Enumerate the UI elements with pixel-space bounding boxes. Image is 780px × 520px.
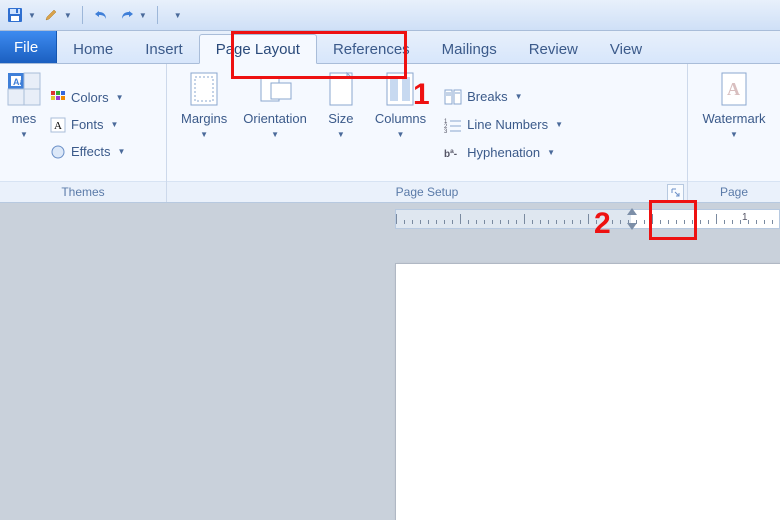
annotation-number-2: 2 <box>594 207 611 241</box>
chevron-down-icon: ▼ <box>118 147 126 156</box>
tab-insert[interactable]: Insert <box>129 35 199 63</box>
chevron-down-icon: ▼ <box>397 130 405 139</box>
chevron-down-icon: ▼ <box>200 130 208 139</box>
save-dropdown-icon[interactable]: ▼ <box>28 11 36 20</box>
hyphenation-button[interactable]: bª‑ Hyphenation▼ <box>440 141 567 165</box>
theme-colors-button[interactable]: Colors▼ <box>46 86 129 110</box>
chevron-down-icon: ▼ <box>730 130 738 139</box>
watermark-icon: A <box>716 70 752 108</box>
chevron-down-icon: ▼ <box>555 120 563 129</box>
pencil-icon[interactable] <box>42 6 60 24</box>
horizontal-ruler[interactable]: 1 <box>395 209 780 229</box>
ribbon: Aa mes ▼ Colors▼ A Fonts▼ Effects▼ <box>0 64 780 203</box>
breaks-button[interactable]: Breaks▼ <box>440 85 567 109</box>
file-tab[interactable]: File <box>0 31 57 63</box>
orientation-button[interactable]: Orientation ▼ <box>235 68 315 181</box>
svg-text:3: 3 <box>444 129 448 133</box>
redo-icon[interactable] <box>117 6 135 24</box>
tab-review[interactable]: Review <box>513 35 594 63</box>
svg-text:A: A <box>54 120 62 132</box>
chevron-down-icon: ▼ <box>337 130 345 139</box>
qat-separator <box>82 6 83 24</box>
fonts-icon: A <box>50 117 66 133</box>
tab-home[interactable]: Home <box>57 35 129 63</box>
theme-effects-button[interactable]: Effects▼ <box>46 140 129 164</box>
annotation-box-1 <box>231 31 407 79</box>
chevron-down-icon: ▼ <box>20 130 28 139</box>
qat-customize-icon[interactable]: ▼ <box>174 11 182 20</box>
svg-text:bª‑: bª‑ <box>444 149 457 160</box>
group-label-page-setup: Page Setup <box>167 181 687 202</box>
undo-icon[interactable] <box>93 6 111 24</box>
qat-separator-2 <box>157 6 158 24</box>
group-page-background: A Watermark ▼ Page <box>688 64 780 202</box>
annotation-number-1: 1 <box>413 78 430 112</box>
annotation-box-2 <box>649 200 697 240</box>
group-themes: Aa mes ▼ Colors▼ A Fonts▼ Effects▼ <box>0 64 167 202</box>
tab-mailings[interactable]: Mailings <box>426 35 513 63</box>
effects-icon <box>50 144 66 160</box>
save-icon[interactable] <box>6 6 24 24</box>
ruler-number: 1 <box>742 212 748 223</box>
themes-button[interactable]: Aa mes ▼ <box>6 68 46 181</box>
chevron-down-icon: ▼ <box>547 148 555 157</box>
colors-icon <box>50 90 66 106</box>
chevron-down-icon: ▼ <box>515 92 523 101</box>
chevron-down-icon: ▼ <box>111 120 119 129</box>
margins-button[interactable]: Margins ▼ <box>173 68 235 181</box>
svg-text:A: A <box>727 79 740 99</box>
tab-view[interactable]: View <box>594 35 658 63</box>
theme-fonts-button[interactable]: A Fonts▼ <box>46 113 129 137</box>
margins-icon <box>186 70 222 108</box>
hanging-indent-marker[interactable] <box>627 223 637 230</box>
size-button[interactable]: Size ▼ <box>315 68 367 181</box>
redo-dropdown-icon[interactable]: ▼ <box>139 11 147 20</box>
ruler-ticks <box>396 210 779 228</box>
chevron-down-icon: ▼ <box>116 93 124 102</box>
pencil-dropdown-icon[interactable]: ▼ <box>64 11 72 20</box>
group-label-page-bg: Page <box>688 181 780 202</box>
first-line-indent-marker[interactable] <box>627 208 637 215</box>
line-numbers-button[interactable]: 123 Line Numbers▼ <box>440 113 567 137</box>
document-area: 1 <box>0 203 780 520</box>
page-setup-dialog-launcher[interactable] <box>667 184 684 201</box>
hyphenation-icon: bª‑ <box>444 145 462 161</box>
document-page[interactable] <box>395 263 780 520</box>
quick-access-toolbar: ▼ ▼ ▼ ▼ <box>0 0 780 31</box>
chevron-down-icon: ▼ <box>271 130 279 139</box>
group-label-themes: Themes <box>0 181 166 202</box>
file-tab-label: File <box>14 39 38 56</box>
themes-icon: Aa <box>6 70 42 108</box>
watermark-button[interactable]: A Watermark ▼ <box>694 68 773 181</box>
breaks-icon <box>444 89 462 105</box>
line-numbers-icon: 123 <box>444 117 462 133</box>
